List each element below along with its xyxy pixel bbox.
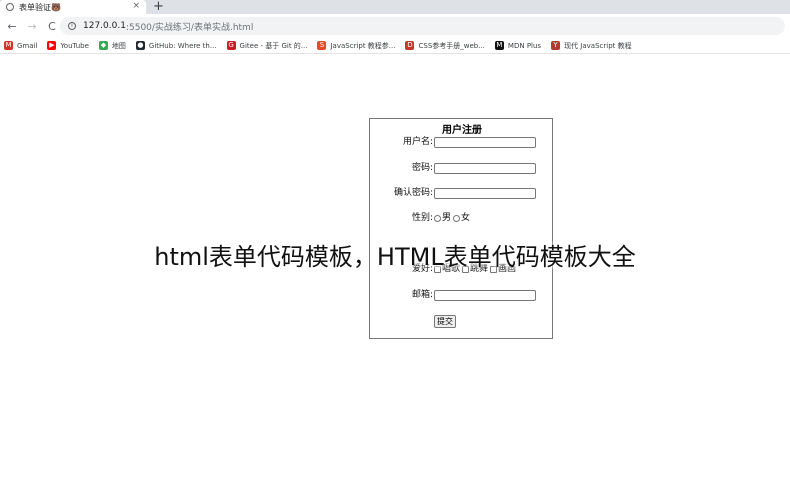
browser-toolbar: ← → C i 127.0.0.1 :5500/实战练习/表单实战.html (0, 14, 790, 38)
gender-options: 男 女 (434, 211, 472, 225)
bookmark-label: CSS参考手册_web... (418, 41, 485, 50)
password-row: 密码: (370, 161, 554, 175)
gmail-icon: M (4, 41, 13, 50)
bookmark-item[interactable]: G Gitee - 基于 Git 的... (226, 41, 308, 51)
overlay-caption: html表单代码模板，HTML表单代码模板大全 (154, 243, 636, 271)
github-icon: ● (135, 41, 145, 50)
bookmark-item[interactable]: ▶ YouTube (47, 41, 89, 50)
address-bar[interactable]: i 127.0.0.1 :5500/实战练习/表单实战.html (60, 17, 785, 35)
url-host: 127.0.0.1 (83, 21, 126, 31)
username-row: 用户名: (370, 135, 554, 149)
new-tab-icon[interactable]: + (153, 0, 164, 14)
bookmark-label: Gmail (17, 41, 38, 50)
tab-strip: 表单验证🐻 × + (0, 0, 790, 14)
gender-option-female[interactable]: 女 (453, 211, 470, 225)
css-reference-icon: D (405, 41, 415, 50)
gitee-icon: G (226, 41, 236, 50)
js-tutorial-icon: S (317, 41, 327, 50)
confirm-password-row: 确认密码: (370, 186, 554, 200)
gender-label: 性别: (411, 213, 433, 223)
bookmark-label: 现代 JavaScript 教程 (564, 41, 632, 50)
bookmark-label: 地图 (111, 41, 126, 50)
tab-title: 表单验证🐻 (19, 2, 61, 12)
forward-icon[interactable]: → (24, 20, 40, 33)
submit-button[interactable]: 提交 (434, 315, 456, 328)
radio-button[interactable] (453, 214, 461, 222)
bookmark-label: YouTube (60, 41, 89, 50)
maps-icon: ◆ (98, 41, 108, 50)
password-input[interactable] (434, 163, 536, 174)
back-icon[interactable]: ← (4, 20, 20, 33)
bookmarks-bar: M Gmail ▶ YouTube ◆ 地图 ● GitHub: Where th... G Gi… (0, 38, 790, 54)
email-row: 邮箱: (370, 288, 554, 302)
bookmark-label: JavaScript 教程参... (330, 41, 396, 50)
registration-form: 用户注册 用户名: 密码: 确认密码: 性别: 男 女 爱好: 唱歌 跳舞 画画… (369, 118, 553, 339)
close-tab-icon[interactable]: × (132, 1, 140, 11)
password-label: 密码: (411, 163, 433, 173)
globe-icon (6, 3, 14, 11)
form-title: 用户注册 (442, 125, 482, 136)
username-label: 用户名: (402, 137, 433, 147)
bookmark-label: GitHub: Where th... (148, 41, 217, 50)
email-label: 邮箱: (411, 290, 433, 300)
url-path: :5500/实战练习/表单实战.html (125, 22, 254, 33)
bookmark-label: Gitee - 基于 Git 的... (239, 41, 308, 50)
modern-js-icon: Y (551, 41, 561, 50)
email-input[interactable] (434, 290, 536, 301)
gender-option-male[interactable]: 男 (434, 211, 451, 225)
bookmark-item[interactable]: Y 现代 JavaScript 教程 (551, 41, 632, 51)
bookmark-item[interactable]: M Gmail (4, 41, 37, 50)
confirm-password-label: 确认密码: (393, 188, 433, 198)
username-input[interactable] (434, 137, 536, 148)
bookmark-item[interactable]: ◆ 地图 (98, 41, 126, 51)
bookmark-item[interactable]: M MDN Plus (494, 41, 542, 50)
browser-tab[interactable]: 表单验证🐻 × (0, 0, 146, 14)
bookmark-item[interactable]: S JavaScript 教程参... (317, 41, 395, 51)
bookmark-item[interactable]: ● GitHub: Where th... (135, 41, 217, 50)
youtube-icon: ▶ (47, 41, 57, 50)
gender-female-label: 女 (461, 213, 471, 223)
gender-row: 性别: 男 女 (370, 211, 554, 225)
site-info-icon[interactable]: i (68, 22, 76, 30)
confirm-password-input[interactable] (434, 188, 536, 199)
reload-icon[interactable]: C (44, 20, 60, 33)
mdn-icon: M (494, 41, 504, 50)
bookmark-label: MDN Plus (507, 41, 542, 50)
bookmark-item[interactable]: D CSS参考手册_web... (405, 41, 485, 51)
radio-button[interactable] (434, 214, 441, 222)
gender-male-label: 男 (442, 213, 452, 223)
